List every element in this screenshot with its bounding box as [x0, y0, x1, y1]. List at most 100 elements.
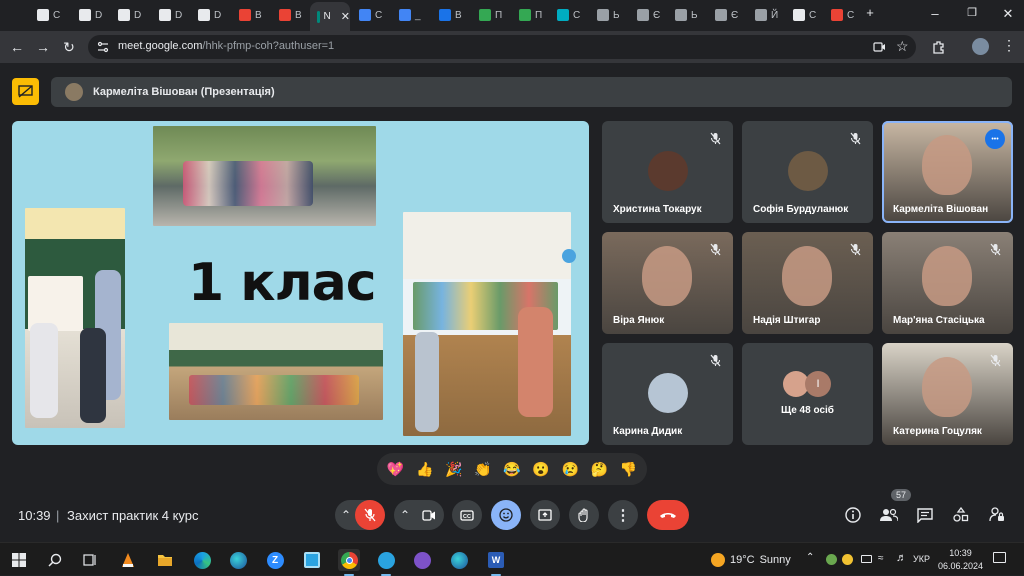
- reaction-emoji[interactable]: 👍: [415, 459, 435, 479]
- menu-icon[interactable]: ⋮: [1002, 37, 1016, 54]
- participant-tile[interactable]: Надія Штигар: [742, 232, 873, 334]
- tray-app-icon[interactable]: [842, 554, 853, 565]
- camera-icon[interactable]: [873, 41, 886, 53]
- browser-tab[interactable]: B: [272, 4, 308, 26]
- browser-tab[interactable]: D: [152, 4, 188, 26]
- reaction-emoji[interactable]: 😂: [502, 459, 522, 479]
- browser-tab[interactable]: Й: [748, 4, 784, 26]
- zoom-icon[interactable]: Z: [264, 549, 286, 571]
- reaction-emoji[interactable]: 🎉: [444, 459, 464, 479]
- close-tab-icon[interactable]: ✕: [341, 10, 350, 23]
- browser-tab[interactable]: D: [111, 4, 147, 26]
- close-window-button[interactable]: ✕: [998, 6, 1018, 22]
- reaction-emoji[interactable]: 🤔: [589, 459, 609, 479]
- extensions-icon[interactable]: [932, 40, 946, 54]
- telegram-icon[interactable]: [375, 549, 397, 576]
- reactions-button[interactable]: [491, 500, 521, 530]
- more-options-button[interactable]: ⋮: [608, 500, 638, 530]
- browser-tab[interactable]: Ь: [590, 4, 626, 26]
- back-icon[interactable]: ←: [8, 38, 26, 56]
- participant-tile[interactable]: І Ще 48 осіб: [742, 343, 873, 445]
- browser-tab[interactable]: Ь: [668, 4, 704, 26]
- task-view-icon[interactable]: [79, 549, 101, 571]
- reaction-emoji[interactable]: 😮: [531, 459, 551, 479]
- browser-tab[interactable]: Є: [630, 4, 666, 26]
- reaction-emoji[interactable]: 👎: [618, 459, 638, 479]
- participant-name: Христина Токарук: [613, 204, 702, 215]
- browser-tab[interactable]: Є: [708, 4, 744, 26]
- chat-button[interactable]: [914, 504, 936, 526]
- meeting-info-button[interactable]: [842, 504, 864, 526]
- participant-tile[interactable]: Катерина Гоцуляк: [882, 343, 1013, 445]
- file-explorer-icon[interactable]: [154, 549, 176, 571]
- participant-tile[interactable]: Карина Дидик: [602, 343, 733, 445]
- browser-tab[interactable]: D: [191, 4, 227, 26]
- browser-tab[interactable]: C: [550, 4, 586, 26]
- browser-toolbar: ← → ↻ meet.google.com/hhk-pfmp-coh?authu…: [0, 31, 1024, 63]
- browser-tab[interactable]: C: [786, 4, 822, 26]
- bookmark-star-icon[interactable]: ☆: [896, 38, 909, 55]
- snipping-tool-icon[interactable]: [301, 549, 323, 571]
- restore-button[interactable]: ❐: [962, 6, 982, 19]
- edge-icon[interactable]: [191, 549, 213, 571]
- raise-hand-button[interactable]: [569, 500, 599, 530]
- language-indicator[interactable]: УКР: [913, 554, 930, 564]
- activities-button[interactable]: [950, 504, 972, 526]
- browser-tab[interactable]: B: [232, 4, 268, 26]
- shared-slide: 1 клас: [12, 121, 589, 445]
- reaction-emoji[interactable]: 👏: [473, 459, 493, 479]
- viber-icon[interactable]: [411, 549, 433, 571]
- new-tab-button[interactable]: +: [860, 5, 880, 20]
- participant-tile[interactable]: Христина Токарук: [602, 121, 733, 223]
- browser-tab[interactable]: П: [512, 4, 548, 26]
- tray-app-icon[interactable]: [826, 554, 837, 565]
- captions-button[interactable]: CC: [452, 500, 482, 530]
- site-settings-icon[interactable]: [97, 41, 109, 53]
- participant-tile[interactable]: Віра Янюк: [602, 232, 733, 334]
- tile-more-options-icon[interactable]: •••: [985, 129, 1005, 149]
- reload-icon[interactable]: ↻: [60, 38, 78, 56]
- browser-tab[interactable]: C: [352, 4, 388, 26]
- minimize-button[interactable]: –: [925, 6, 945, 21]
- browser-tab[interactable]: C: [824, 4, 860, 26]
- volume-icon[interactable]: ♬: [896, 552, 907, 564]
- presentation-icon[interactable]: [12, 78, 39, 105]
- vlc-icon[interactable]: [117, 549, 139, 571]
- slide-expand-icon[interactable]: [562, 249, 576, 263]
- chat-icon: [917, 507, 933, 523]
- browser-tab[interactable]: C: [30, 4, 66, 26]
- browser-tab[interactable]: D: [72, 4, 108, 26]
- reaction-emoji[interactable]: 💖: [386, 459, 406, 479]
- present-screen-button[interactable]: [530, 500, 560, 530]
- browser-tab[interactable]: B: [432, 4, 468, 26]
- webex-2-icon[interactable]: [448, 549, 470, 571]
- tab-label: _: [415, 9, 421, 21]
- participant-tile[interactable]: ••• Кармеліта Вішован: [882, 121, 1013, 223]
- address-bar[interactable]: meet.google.com/hhk-pfmp-coh?authuser=1 …: [88, 35, 916, 59]
- search-icon[interactable]: [44, 549, 66, 571]
- participant-tile[interactable]: Мар'яна Стасіцька: [882, 232, 1013, 334]
- chrome-icon[interactable]: [338, 549, 360, 576]
- mic-toggle-button[interactable]: [355, 500, 385, 530]
- windows-start-icon[interactable]: [8, 549, 30, 571]
- notifications-icon[interactable]: [993, 552, 1006, 563]
- camera-toggle-button[interactable]: [414, 500, 444, 530]
- reaction-emoji[interactable]: 😢: [560, 459, 580, 479]
- word-icon[interactable]: W: [485, 549, 507, 576]
- browser-tab[interactable]: N ✕: [310, 2, 350, 31]
- tray-chevron-icon[interactable]: ⌃: [806, 552, 814, 563]
- profile-avatar[interactable]: [972, 38, 989, 55]
- host-controls-button[interactable]: [986, 504, 1008, 526]
- people-button[interactable]: [878, 504, 900, 526]
- forward-icon[interactable]: →: [34, 38, 52, 56]
- weather-desc: Sunny: [759, 554, 791, 566]
- battery-icon[interactable]: [861, 555, 872, 563]
- wifi-icon[interactable]: ≈: [878, 553, 884, 564]
- participant-tile[interactable]: Софія Бурдуланюк: [742, 121, 873, 223]
- browser-tab[interactable]: П: [472, 4, 508, 26]
- browser-tab[interactable]: _: [392, 4, 428, 26]
- webex-icon[interactable]: [227, 549, 249, 571]
- system-clock[interactable]: 10:39 06.06.2024: [938, 547, 983, 573]
- leave-call-button[interactable]: [647, 500, 689, 530]
- weather-widget[interactable]: 19°C Sunny: [711, 553, 791, 567]
